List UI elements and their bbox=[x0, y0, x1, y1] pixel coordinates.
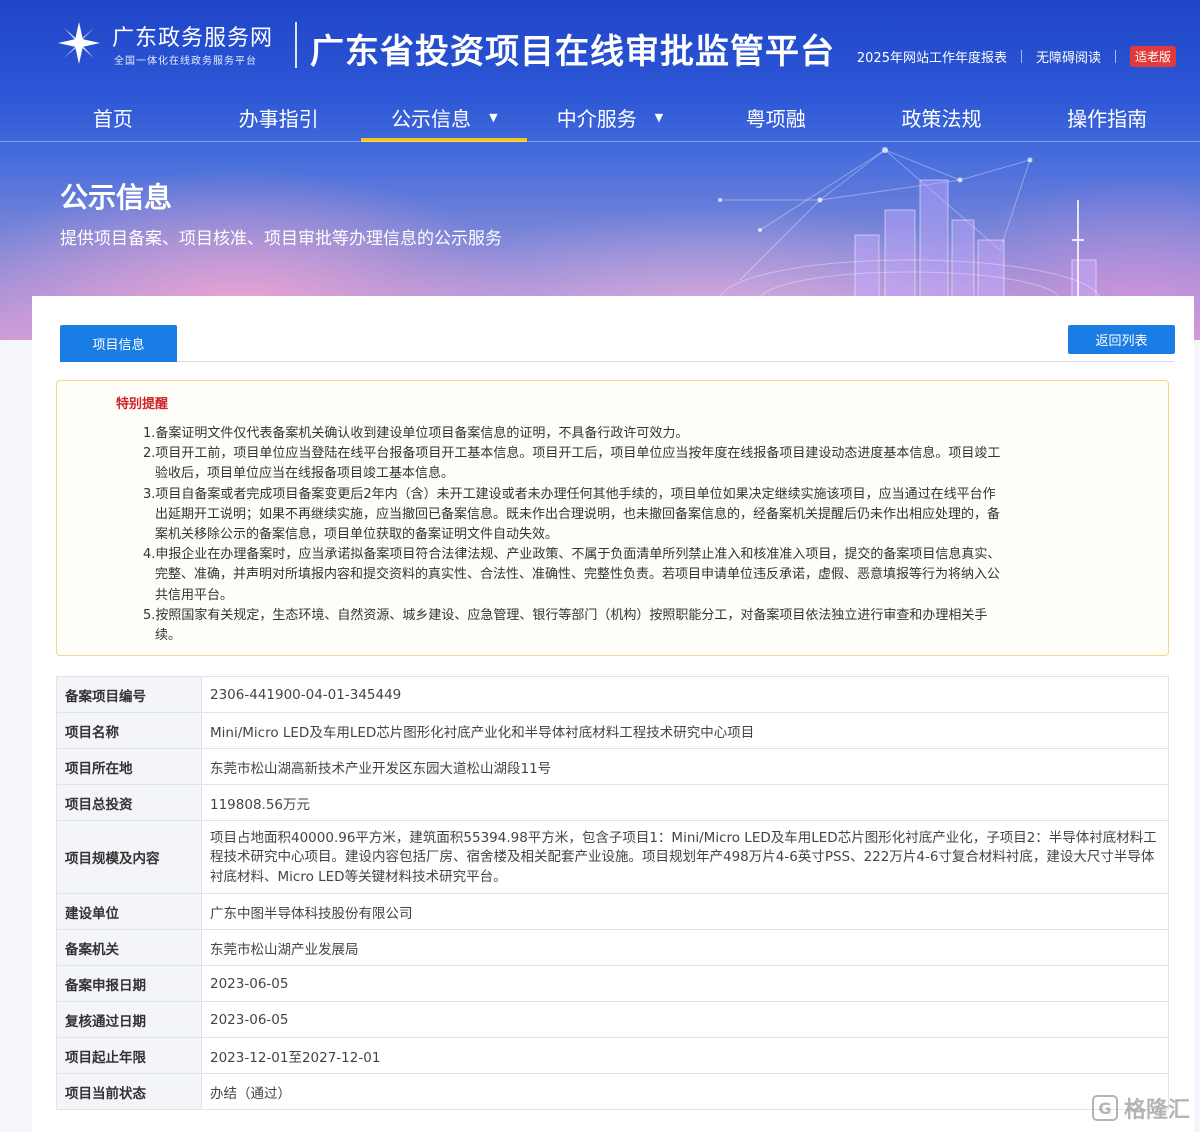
back-to-list-button[interactable]: 返回列表 bbox=[1068, 325, 1175, 354]
nav-item-policies[interactable]: 政策法规 bbox=[859, 92, 1025, 142]
table-row: 项目总投资 119808.56万元 bbox=[56, 784, 1169, 821]
elder-mode-button[interactable]: 适老版 bbox=[1129, 46, 1176, 67]
field-label: 备案申报日期 bbox=[56, 965, 202, 1002]
site-slogan: 全国一体化在线政务服务平台 bbox=[114, 56, 257, 67]
notice-item: 3.项目自备案或者完成项目备案变更后2年内（含）未开工建设或者未办理任何其他手续… bbox=[143, 486, 1001, 543]
field-value: 2023-12-01至2027-12-01 bbox=[201, 1037, 1169, 1074]
table-row: 项目起止年限 2023-12-01至2027-12-01 bbox=[56, 1037, 1169, 1074]
watermark-text: 格隆汇 bbox=[1123, 1098, 1190, 1123]
field-label: 建设单位 bbox=[56, 893, 202, 930]
notice-item: 5.按照国家有关规定，生态环境、自然资源、城乡建设、应急管理、银行等部门（机构）… bbox=[143, 607, 988, 644]
field-label: 项目起止年限 bbox=[56, 1037, 202, 1074]
nav-item-manual[interactable]: 操作指南 bbox=[1024, 92, 1190, 142]
field-label: 项目当前状态 bbox=[56, 1073, 202, 1110]
nav-item-home[interactable]: 首页 bbox=[30, 92, 196, 142]
page-subtitle: 提供项目备案、项目核准、项目审批等办理信息的公示服务 bbox=[60, 229, 502, 249]
logo-divider bbox=[295, 22, 297, 68]
field-value: 东莞市松山湖高新技术产业开发区东园大道松山湖段11号 bbox=[201, 748, 1169, 785]
field-value: 办结（通过） bbox=[201, 1073, 1169, 1110]
table-row: 项目所在地 东莞市松山湖高新技术产业开发区东园大道松山湖段11号 bbox=[56, 748, 1169, 785]
notice-list: 1.备案证明文件仅代表备案机关确认收到建设单位项目备案信息的证明，不具备行政许可… bbox=[143, 424, 1003, 646]
table-row: 项目规模及内容 项目占地面积40000.96平方米，建筑面积55394.98平方米… bbox=[56, 820, 1169, 894]
field-label: 项目名称 bbox=[56, 712, 202, 749]
page-title: 公示信息 bbox=[60, 181, 173, 214]
project-info-table: 备案项目编号 2306-441900-04-01-345449 项目名称 Mini/… bbox=[56, 676, 1169, 1110]
link-separator bbox=[1114, 50, 1116, 63]
field-value: 广东中图半导体科技股份有限公司 bbox=[201, 893, 1169, 930]
content-card: 项目信息 返回列表 特别提醒 1.备案证明文件仅代表备案机关确认收到建设单位项目… bbox=[32, 296, 1194, 1132]
field-value: 项目占地面积40000.96平方米，建筑面积55394.98平方米，包含子项目1… bbox=[201, 820, 1169, 894]
field-value: 119808.56万元 bbox=[201, 784, 1169, 821]
table-row: 建设单位 广东中图半导体科技股份有限公司 bbox=[56, 893, 1169, 930]
gd-logo-icon bbox=[58, 22, 100, 64]
nav-item-agency-services[interactable]: 中介服务 ▼ bbox=[527, 92, 693, 142]
field-label: 项目所在地 bbox=[56, 748, 202, 785]
field-label: 项目总投资 bbox=[56, 784, 202, 821]
table-row: 备案项目编号 2306-441900-04-01-345449 bbox=[56, 676, 1169, 713]
top-links: 2025年网站工作年度报表 无障碍阅读 适老版 bbox=[857, 46, 1176, 67]
special-notice: 特别提醒 1.备案证明文件仅代表备案机关确认收到建设单位项目备案信息的证明，不具… bbox=[56, 380, 1169, 656]
watermark: G 格隆汇 bbox=[1091, 1092, 1190, 1124]
caret-down-icon: ▼ bbox=[489, 110, 498, 124]
table-row: 复核通过日期 2023-06-05 bbox=[56, 1001, 1169, 1038]
annual-report-link[interactable]: 2025年网站工作年度报表 bbox=[857, 47, 1007, 66]
top-bar: 广东政务服务网 全国一体化在线政务服务平台 广东省投资项目在线审批监管平台 20… bbox=[0, 0, 1200, 88]
field-label: 备案机关 bbox=[56, 929, 202, 966]
notice-item: 2.项目开工前，项目单位应当登陆在线平台报备项目开工基本信息。项目开工后，项目单… bbox=[143, 446, 1001, 482]
nav-item-guide[interactable]: 办事指引 bbox=[196, 92, 362, 142]
table-row: 项目名称 Mini/Micro LED及车用LED芯片图形化衬底产业化和半导体衬底… bbox=[56, 712, 1169, 749]
nav-label: 公示信息 bbox=[391, 106, 472, 131]
field-value: 东莞市松山湖产业发展局 bbox=[201, 929, 1169, 966]
nav-item-public-info[interactable]: 公示信息 ▼ bbox=[361, 92, 527, 142]
notice-item: 1.备案证明文件仅代表备案机关确认收到建设单位项目备案信息的证明，不具备行政许可… bbox=[143, 426, 689, 441]
tab-bar: 项目信息 bbox=[60, 325, 1174, 362]
nav-label: 中介服务 bbox=[556, 106, 637, 131]
notice-title: 特别提醒 bbox=[116, 397, 169, 412]
nav-label: 办事指引 bbox=[238, 106, 319, 131]
field-label: 项目规模及内容 bbox=[56, 820, 202, 894]
site-name[interactable]: 广东政务服务网 bbox=[112, 20, 273, 52]
nav-divider bbox=[0, 141, 1200, 142]
watermark-logo-icon: G bbox=[1091, 1095, 1118, 1121]
nav-label: 政策法规 bbox=[901, 106, 982, 131]
table-row: 备案申报日期 2023-06-05 bbox=[56, 965, 1169, 1002]
nav-item-yuexiangrong[interactable]: 粤项融 bbox=[693, 92, 859, 142]
field-value: Mini/Micro LED及车用LED芯片图形化衬底产业化和半导体衬底材料工程… bbox=[201, 712, 1169, 749]
field-value: 2306-441900-04-01-345449 bbox=[201, 676, 1169, 713]
table-row: 备案机关 东莞市松山湖产业发展局 bbox=[56, 929, 1169, 966]
field-value: 2023-06-05 bbox=[201, 1001, 1169, 1038]
nav-label: 操作指南 bbox=[1067, 106, 1148, 131]
field-label: 复核通过日期 bbox=[56, 1001, 202, 1038]
field-label: 备案项目编号 bbox=[56, 676, 202, 713]
table-row: 项目当前状态 办结（通过） bbox=[56, 1073, 1169, 1110]
main-nav: 首页 办事指引 公示信息 ▼ 中介服务 ▼ 粤项融 政策法规 操作指南 bbox=[30, 92, 1190, 142]
nav-label: 粤项融 bbox=[745, 106, 806, 131]
tab-project-info[interactable]: 项目信息 bbox=[60, 325, 177, 362]
nav-label: 首页 bbox=[92, 106, 133, 131]
field-value: 2023-06-05 bbox=[201, 965, 1169, 1002]
accessibility-link[interactable]: 无障碍阅读 bbox=[1036, 47, 1101, 66]
link-separator bbox=[1020, 50, 1022, 63]
platform-title: 广东省投资项目在线审批监管平台 bbox=[310, 32, 835, 72]
city-network-illustration bbox=[718, 147, 1101, 300]
hero-banner: 广东政务服务网 全国一体化在线政务服务平台 广东省投资项目在线审批监管平台 20… bbox=[0, 0, 1200, 340]
notice-item: 4.申报企业在办理备案时，应当承诺拟备案项目符合法律法规、产业政策、不属于负面清… bbox=[143, 547, 1001, 603]
caret-down-icon: ▼ bbox=[654, 110, 664, 124]
